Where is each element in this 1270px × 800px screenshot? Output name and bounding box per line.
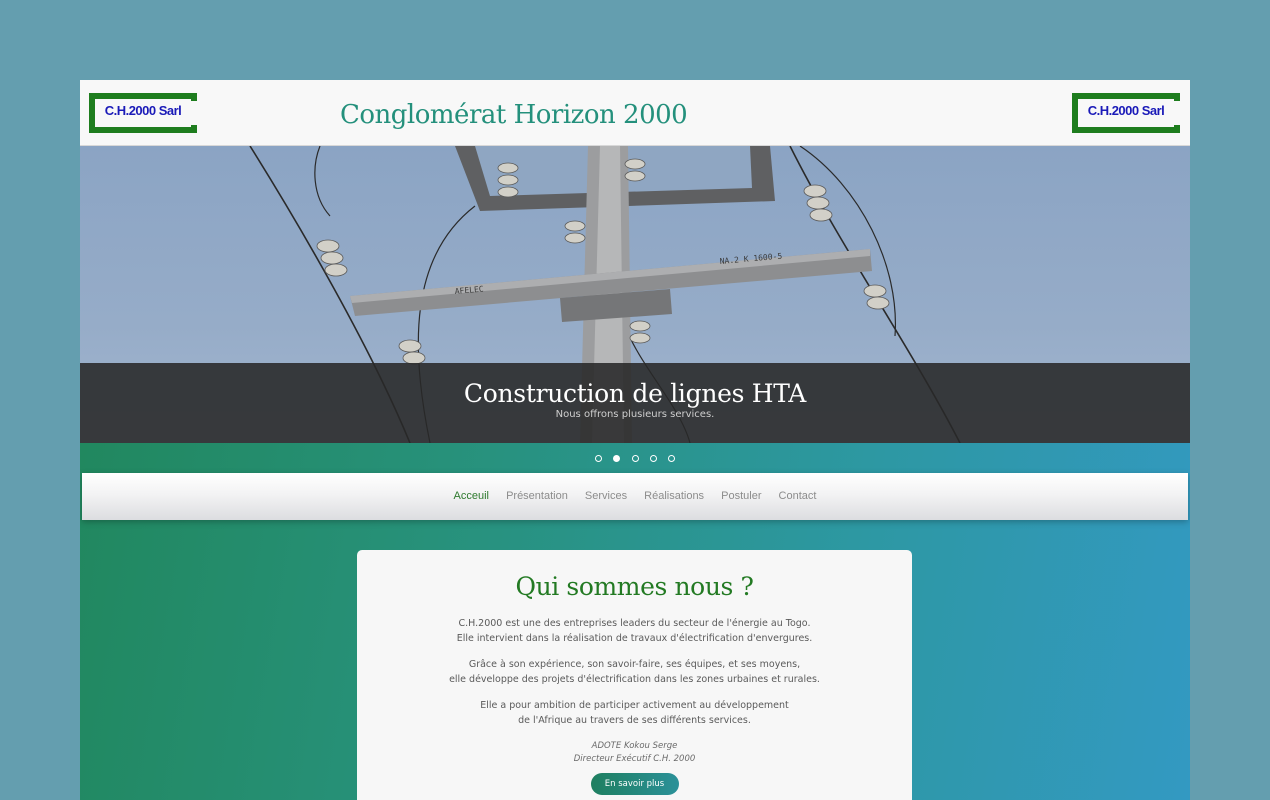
slider-dot[interactable] [649,455,657,462]
site-title: Conglomérat Horizon 2000 [340,100,688,130]
nav-item-accueil[interactable]: Acceuil [454,490,489,502]
page: C.H.2000 Sarl Conglomérat Horizon 2000 C… [80,80,1190,800]
main-navigation: Acceuil Présentation Services Réalisatio… [82,473,1188,520]
about-card: Qui sommes nous ? C.H.2000 est une des e… [357,550,912,800]
nav-item-realisations[interactable]: Réalisations [644,490,704,502]
slide-subtitle: Nous offrons plusieurs services. [555,409,715,420]
company-logo-left[interactable]: C.H.2000 Sarl [89,93,197,133]
slider-dot[interactable] [631,455,639,462]
logo-text: C.H.2000 Sarl [1087,103,1165,118]
about-line: Grâce à son expérience, son savoir-faire… [468,659,801,670]
about-line: C.H.2000 est une des entreprises leaders… [458,618,811,629]
logo-frame [1072,127,1180,133]
learn-more-button[interactable]: En savoir plus [590,773,679,795]
nav-item-presentation[interactable]: Présentation [506,490,568,502]
signature-role: Directeur Exécutif C.H. 2000 [573,753,696,764]
company-logo-right[interactable]: C.H.2000 Sarl [1072,93,1180,133]
about-paragraph: Grâce à son expérience, son savoir-faire… [357,658,912,687]
slider-dot[interactable] [667,455,675,462]
signature: ADOTE Kokou Serge Directeur Exécutif C.H… [357,740,912,765]
nav-item-postuler[interactable]: Postuler [721,490,761,502]
about-line: Elle a pour ambition de participer activ… [480,700,789,711]
nav-item-contact[interactable]: Contact [779,490,817,502]
slider-dot-active[interactable] [613,455,621,462]
about-line: Elle intervient dans la réalisation de t… [456,632,813,644]
logo-frame [1072,93,1180,99]
slide-title: Construction de lignes HTA [463,379,807,408]
slider-dot[interactable] [595,455,603,462]
about-line: elle développe des projets d'électrifica… [449,673,820,685]
site-header: C.H.2000 Sarl Conglomérat Horizon 2000 C… [80,80,1190,146]
slide-caption: Construction de lignes HTA Nous offrons … [80,363,1190,443]
logo-frame [89,93,197,99]
about-title: Qui sommes nous ? [515,572,754,601]
signature-name: ADOTE Kokou Serge [591,741,678,751]
logo-frame [89,127,197,133]
hero-slider[interactable]: AFELEC NA.2 K 1600-5 Construction de lig… [80,146,1190,443]
slider-dots [80,443,1190,473]
about-line: de l'Afrique au travers de ses différent… [518,714,751,726]
nav-item-services[interactable]: Services [585,490,627,502]
about-paragraph: Elle a pour ambition de participer activ… [357,699,912,728]
logo-text: C.H.2000 Sarl [104,103,182,118]
about-paragraph: C.H.2000 est une des entreprises leaders… [357,617,912,646]
